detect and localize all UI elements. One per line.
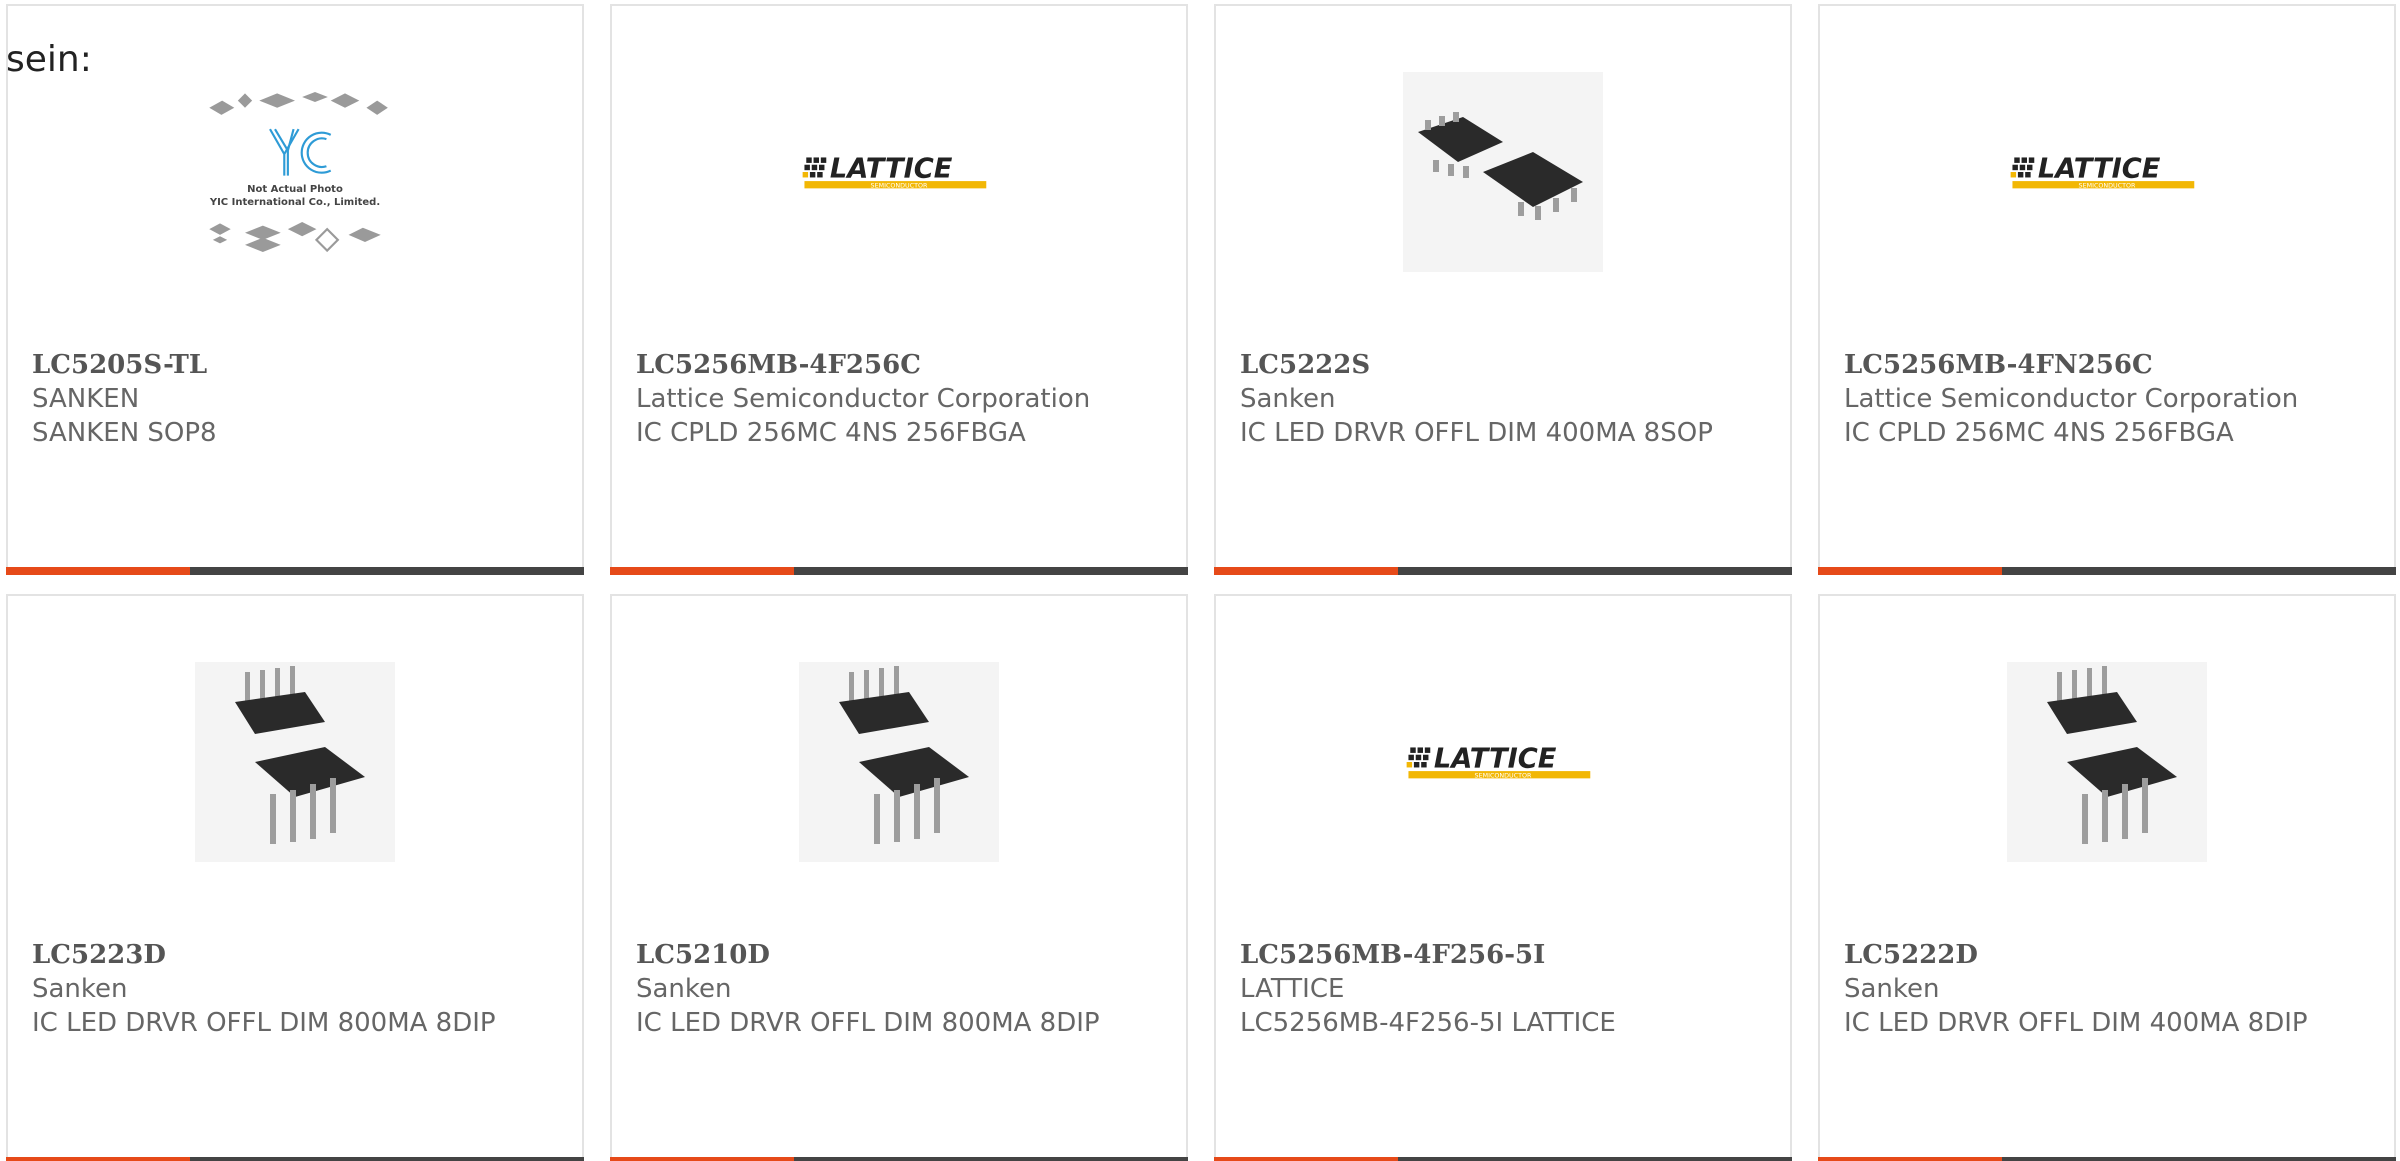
product-info: LC5205S-TL SANKEN SANKEN SOP8: [32, 348, 558, 450]
intro-text: sein:: [6, 39, 92, 80]
product-image: LATTICE SEMICONDUCTOR: [799, 72, 999, 272]
part-number[interactable]: LC5256MB-4FN256C: [1844, 348, 2370, 382]
card-bottom-bar: [610, 567, 1188, 575]
product-info: LC5210D Sanken IC LED DRVR OFFL DIM 800M…: [636, 938, 1162, 1040]
card-bottom-bar: [1214, 1157, 1792, 1161]
part-number[interactable]: LC5256MB-4F256C: [636, 348, 1162, 382]
manufacturer: SANKEN: [32, 384, 140, 414]
product-card[interactable]: LC5222D Sanken IC LED DRVR OFFL DIM 400M…: [1818, 594, 2396, 1161]
product-image: [799, 662, 999, 862]
product-info: LC5256MB-4FN256C Lattice Semiconductor C…: [1844, 348, 2370, 450]
card-bottom-bar: [6, 1157, 584, 1161]
card-bottom-bar: [1818, 1157, 2396, 1161]
manufacturer: Sanken: [636, 974, 732, 1004]
product-card[interactable]: LATTICE SEMICONDUCTOR LC5256MB-4FN256C L…: [1818, 4, 2396, 575]
part-number[interactable]: LC5210D: [636, 938, 1162, 972]
dip8-package-icon: [2007, 662, 2207, 862]
soic8-package-icon: [1403, 72, 1603, 272]
manufacturer: Lattice Semiconductor Corporation: [1844, 384, 2299, 414]
lattice-logo-icon: LATTICE SEMICONDUCTOR: [2010, 153, 2195, 189]
product-image: [2007, 662, 2207, 862]
logo-subtext: SEMICONDUCTOR: [871, 182, 929, 189]
yic-placeholder-icon: Not Actual Photo YIC International Co., …: [209, 92, 388, 253]
description: IC LED DRVR OFFL DIM 800MA 8DIP: [636, 1008, 1100, 1038]
product-card[interactable]: LC5210D Sanken IC LED DRVR OFFL DIM 800M…: [610, 594, 1188, 1161]
product-info: LC5256MB-4F256-5I LATTICE LC5256MB-4F256…: [1240, 938, 1766, 1040]
description: IC CPLD 256MC 4NS 256FBGA: [636, 418, 1026, 448]
description: IC LED DRVR OFFL DIM 800MA 8DIP: [32, 1008, 496, 1038]
manufacturer: Sanken: [32, 974, 128, 1004]
card-bottom-bar: [1214, 567, 1792, 575]
product-info: LC5222S Sanken IC LED DRVR OFFL DIM 400M…: [1240, 348, 1766, 450]
dip8-package-icon: [195, 662, 395, 862]
card-bottom-bar: [1818, 567, 2396, 575]
description: IC LED DRVR OFFL DIM 400MA 8SOP: [1240, 418, 1713, 448]
card-bottom-bar: [6, 567, 584, 575]
logo-text: LATTICE: [2038, 153, 2161, 184]
lattice-logo-icon: LATTICE SEMICONDUCTOR: [802, 153, 987, 189]
description: SANKEN SOP8: [32, 418, 217, 448]
part-number[interactable]: LC5222D: [1844, 938, 2370, 972]
product-image: [195, 662, 395, 862]
part-number[interactable]: LC5256MB-4F256-5I: [1240, 938, 1766, 972]
manufacturer: LATTICE: [1240, 974, 1345, 1004]
logo-text: LATTICE: [830, 153, 953, 184]
product-image: LATTICE SEMICONDUCTOR: [2007, 72, 2207, 272]
description: IC CPLD 256MC 4NS 256FBGA: [1844, 418, 2234, 448]
card-bottom-bar: [610, 1157, 1188, 1161]
manufacturer: Sanken: [1240, 384, 1336, 414]
part-number[interactable]: LC5223D: [32, 938, 558, 972]
lattice-logo-icon: LATTICE SEMICONDUCTOR: [1406, 743, 1591, 779]
manufacturer: Sanken: [1844, 974, 1940, 1004]
product-info: LC5256MB-4F256C Lattice Semiconductor Co…: [636, 348, 1162, 450]
yic-caption-2: YIC International Co., Limited.: [209, 197, 380, 208]
yic-caption-1: Not Actual Photo: [247, 184, 343, 195]
part-number[interactable]: LC5205S-TL: [32, 348, 558, 382]
description: LC5256MB-4F256-5I LATTICE: [1240, 1008, 1616, 1038]
product-image: [1403, 72, 1603, 272]
product-info: LC5223D Sanken IC LED DRVR OFFL DIM 800M…: [32, 938, 558, 1040]
product-card[interactable]: LATTICE SEMICONDUCTOR LC5256MB-4F256-5I …: [1214, 594, 1792, 1161]
product-card[interactable]: LATTICE SEMICONDUCTOR LC5256MB-4F256C La…: [610, 4, 1188, 575]
product-info: LC5222D Sanken IC LED DRVR OFFL DIM 400M…: [1844, 938, 2370, 1040]
description: IC LED DRVR OFFL DIM 400MA 8DIP: [1844, 1008, 2308, 1038]
manufacturer: Lattice Semiconductor Corporation: [636, 384, 1091, 414]
product-image: Not Actual Photo YIC International Co., …: [195, 72, 395, 272]
product-card[interactable]: LC5222S Sanken IC LED DRVR OFFL DIM 400M…: [1214, 4, 1792, 575]
product-card[interactable]: Not Actual Photo YIC International Co., …: [6, 4, 584, 575]
logo-subtext: SEMICONDUCTOR: [2079, 182, 2137, 189]
logo-subtext: SEMICONDUCTOR: [1475, 772, 1533, 779]
product-card[interactable]: LC5223D Sanken IC LED DRVR OFFL DIM 800M…: [6, 594, 584, 1161]
dip8-package-icon: [799, 662, 999, 862]
product-image: LATTICE SEMICONDUCTOR: [1403, 662, 1603, 862]
part-number[interactable]: LC5222S: [1240, 348, 1766, 382]
logo-text: LATTICE: [1434, 743, 1557, 774]
